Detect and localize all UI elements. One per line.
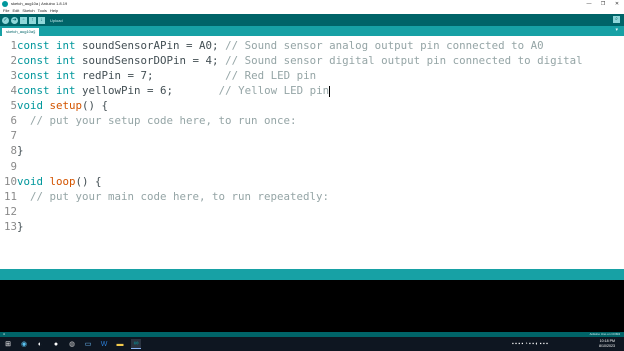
serial-monitor-icon[interactable]: ⌕ (613, 16, 620, 23)
window-controls: — ❐ ✕ (582, 0, 624, 8)
verify-icon[interactable]: ✓ (2, 16, 9, 24)
app-icon[interactable]: ◍ (67, 339, 77, 349)
code-editor[interactable]: 1const int soundSensorAPin = A0; // Soun… (0, 36, 624, 269)
chrome-icon[interactable]: ● (51, 339, 61, 349)
keyword: void (17, 175, 44, 188)
keyword: const (17, 54, 50, 67)
tab-sketch[interactable]: sketch_aug10a§ (2, 28, 40, 36)
function-name: setup (49, 99, 83, 112)
line-number: 2 (10, 54, 17, 67)
code-line-4: 4const int yellowPin = 6; // Yellow LED … (0, 83, 624, 98)
system-clock[interactable]: 10:18 PM 8/10/2023 (599, 339, 615, 348)
line-number: 9 (10, 160, 17, 173)
code-line-10: 10void loop() { (0, 174, 624, 189)
line-number: 8 (10, 144, 17, 157)
comment: // Yellow LED pin (218, 84, 330, 97)
word-icon[interactable]: W (99, 339, 109, 349)
new-icon[interactable]: ▫ (20, 16, 27, 24)
code-line-8: 8} (0, 143, 624, 158)
maximize-button[interactable]: ❐ (596, 0, 610, 8)
comment: // Red LED pin (225, 69, 317, 82)
folder-icon[interactable]: ▬ (115, 339, 125, 349)
message-bar (0, 269, 624, 280)
code-line-3: 3const int redPin = 7; // Red LED pin (0, 68, 624, 83)
windows-taskbar: ⊞ ◉ ◐ ● ◍ ▭ W ▬ ∞ ▪ ▪ ▪ ▪ ◔ ▪ ▪ ◐ ▪ ▪ ▪ … (0, 337, 624, 351)
line-number: 12 (3, 205, 17, 218)
line-number: 11 (3, 190, 17, 203)
arduino-app-icon (2, 1, 8, 7)
keyword: int (56, 39, 76, 52)
tray-icons[interactable]: ▪ ▪ ▪ ▪ ◔ ▪ ▪ ◐ ▪ ▪ ▪ (512, 341, 548, 347)
comment: // put your setup code here, to run once… (17, 114, 297, 127)
tab-bar: sketch_aug10a§ ▾ (0, 26, 624, 36)
code-text: () { (75, 175, 102, 188)
keyword: void (17, 99, 44, 112)
search-icon[interactable]: ◉ (19, 339, 29, 349)
toolbar-status-label: Upload (50, 17, 63, 23)
window-title: sketch_aug10a | Arduino 1.8.19 (11, 1, 68, 6)
save-icon[interactable]: ↓ (38, 16, 45, 24)
line-number: 1 (10, 39, 17, 52)
code-text: redPin = 7; (75, 69, 226, 82)
console-output[interactable] (0, 280, 624, 332)
keyword: const (17, 39, 50, 52)
code-text: soundSensorDOPin = 4; (75, 54, 226, 67)
code-line-13: 13} (0, 219, 624, 234)
open-icon[interactable]: ↑ (29, 16, 36, 24)
tab-menu-icon[interactable]: ▾ (615, 27, 618, 33)
line-number: 3 (10, 69, 17, 82)
line-number: 6 (10, 114, 17, 127)
keyword: int (56, 69, 76, 82)
title-bar: sketch_aug10a | Arduino 1.8.19 — ❐ ✕ (0, 0, 624, 8)
code-line-7: 7 (0, 128, 624, 143)
code-line-11: 11 // put your main code here, to run re… (0, 189, 624, 204)
text-cursor (329, 85, 331, 97)
comment: // put your main code here, to run repea… (17, 190, 330, 203)
arduino-icon[interactable]: ∞ (131, 339, 141, 349)
line-number: 4 (10, 84, 17, 97)
code-line-12: 12 (0, 204, 624, 219)
line-number: 7 (10, 129, 17, 142)
clock-date: 8/10/2023 (599, 343, 615, 348)
code-text: } (17, 144, 24, 157)
code-text: } (17, 220, 24, 233)
keyword: const (17, 69, 50, 82)
line-number: 13 (3, 220, 17, 233)
toolbar: ✓ ➜ ▫ ↑ ↓ Upload ⌕ (0, 14, 624, 26)
code-line-5: 5void setup() { (0, 98, 624, 113)
minimize-button[interactable]: — (582, 0, 596, 8)
keyword: int (56, 54, 76, 67)
clock-time: 10:18 PM (599, 339, 615, 343)
code-text: yellowPin = 6; (75, 84, 219, 97)
code-text: () { (82, 99, 109, 112)
line-number: 10 (3, 175, 17, 188)
keyword: const (17, 84, 50, 97)
keyword: int (56, 84, 76, 97)
code-text: soundSensorAPin = A0; (75, 39, 226, 52)
comment: // Sound sensor analog output pin connec… (225, 39, 544, 52)
code-line-9: 9 (0, 159, 624, 174)
windows-icon[interactable]: ⊞ (3, 339, 13, 349)
function-name: loop (49, 175, 76, 188)
code-line-6: 6 // put your setup code here, to run on… (0, 113, 624, 128)
code-line-1: 1const int soundSensorAPin = A0; // Soun… (0, 38, 624, 53)
upload-icon[interactable]: ➜ (11, 16, 18, 24)
code-line-2: 2const int soundSensorDOPin = 4; // Soun… (0, 53, 624, 68)
line-number: 5 (10, 99, 17, 112)
close-button[interactable]: ✕ (610, 0, 624, 8)
mail-icon[interactable]: ▭ (83, 339, 93, 349)
browser-icon[interactable]: ◐ (35, 339, 45, 349)
comment: // Sound sensor digital output pin conne… (225, 54, 583, 67)
